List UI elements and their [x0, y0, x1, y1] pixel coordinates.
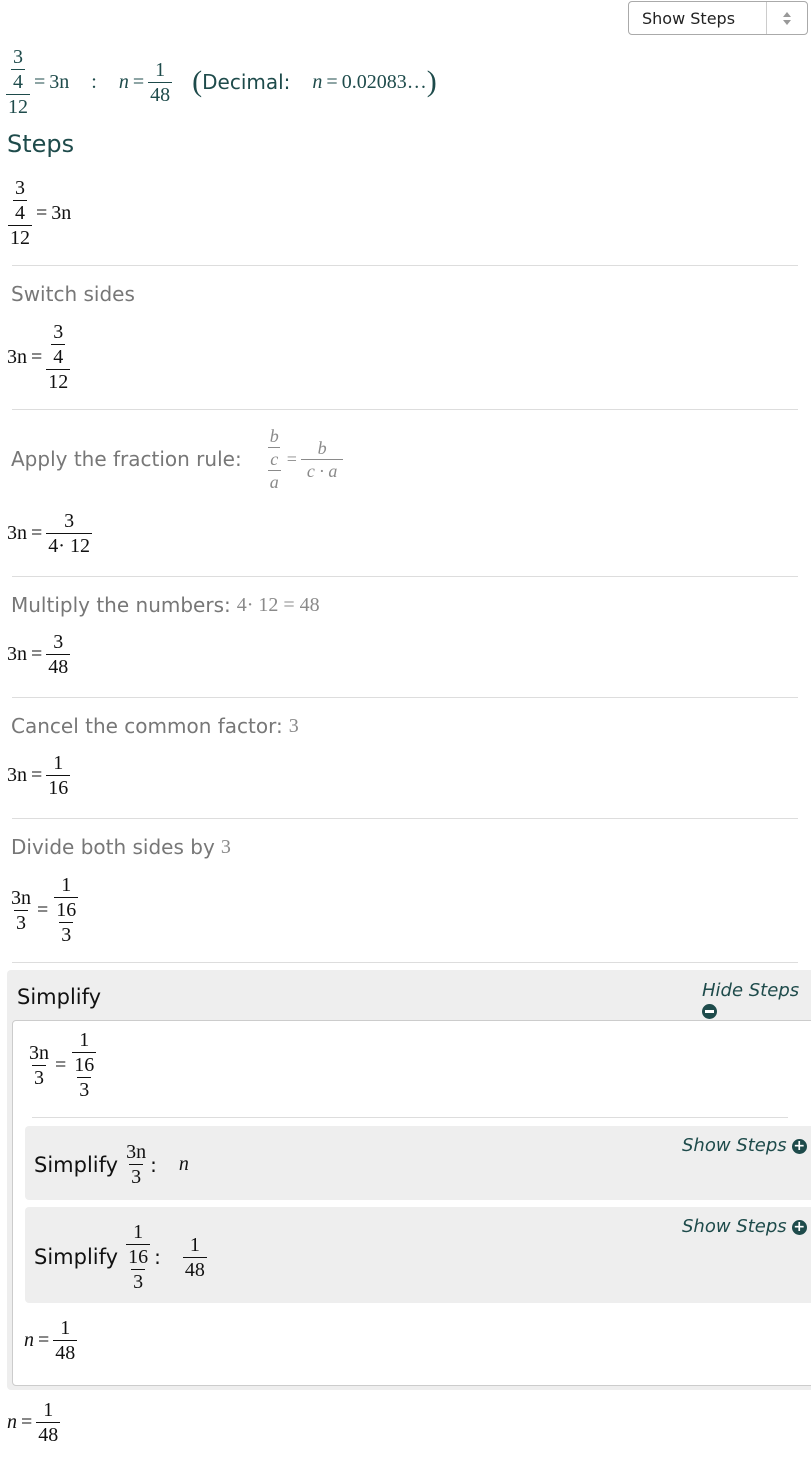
divide-row: Divide both sides by 3	[11, 835, 231, 859]
hide-steps-link[interactable]: Hide Steps	[702, 980, 811, 1020]
simplify-title: Simplify	[17, 985, 102, 1009]
divide-equation: 3n 3 = 1 16 3	[11, 874, 79, 946]
show-steps-link-1[interactable]: Show Steps +	[682, 1135, 807, 1156]
fraction-rule-row: Apply the fraction rule: bca = bc · a	[11, 427, 344, 491]
final-result: n = 1 48	[7, 1399, 61, 1446]
step-label-switch: Switch sides	[11, 282, 135, 306]
divider	[12, 576, 798, 577]
simplify-result: n = 1 48	[24, 1317, 78, 1364]
divider	[12, 962, 798, 963]
initial-equation: 3 4 12 = 3n	[8, 177, 72, 249]
cancel-row: Cancel the common factor: 3	[11, 714, 299, 738]
steps-heading: Steps	[7, 130, 75, 158]
multiply-row: Multiply the numbers: 4· 12 = 48	[11, 593, 320, 617]
multiply-equation: 3n = 3 48	[7, 631, 71, 678]
simplify-equation: 3n 3 = 1 16 3	[29, 1029, 97, 1101]
substep-1-content: Simplify 3n 3 : n	[34, 1141, 189, 1188]
plus-icon: +	[791, 1219, 807, 1235]
switch-sides-equation: 3n = 3 4 12	[7, 321, 71, 393]
cancel-equation: 3n = 1 16	[7, 752, 71, 799]
divider	[12, 409, 798, 410]
select-arrows-icon	[766, 2, 807, 34]
header-equation: 3 4 12 = 3n : n = 1 48 ( Decimal: n = 0.02083… …	[6, 46, 437, 118]
show-steps-link-2[interactable]: Show Steps +	[682, 1216, 807, 1237]
steps-select[interactable]: Show Steps	[628, 1, 808, 35]
show-steps-label-2: Show Steps	[682, 1216, 787, 1237]
substep-2-content: Simplify 1 16 3 : 1 48	[34, 1221, 207, 1293]
plus-icon: +	[791, 1138, 807, 1154]
divider	[12, 265, 798, 266]
show-steps-label-1: Show Steps	[682, 1135, 787, 1156]
hide-steps-label: Hide Steps	[702, 980, 800, 1001]
simplify-inner	[12, 1020, 811, 1386]
steps-select-value: Show Steps	[642, 8, 736, 28]
divider	[32, 1117, 788, 1118]
divider	[12, 818, 798, 819]
minus-icon	[702, 1004, 717, 1019]
divider	[12, 697, 798, 698]
fraction-rule-equation: 3n = 3 4· 12	[7, 510, 92, 557]
